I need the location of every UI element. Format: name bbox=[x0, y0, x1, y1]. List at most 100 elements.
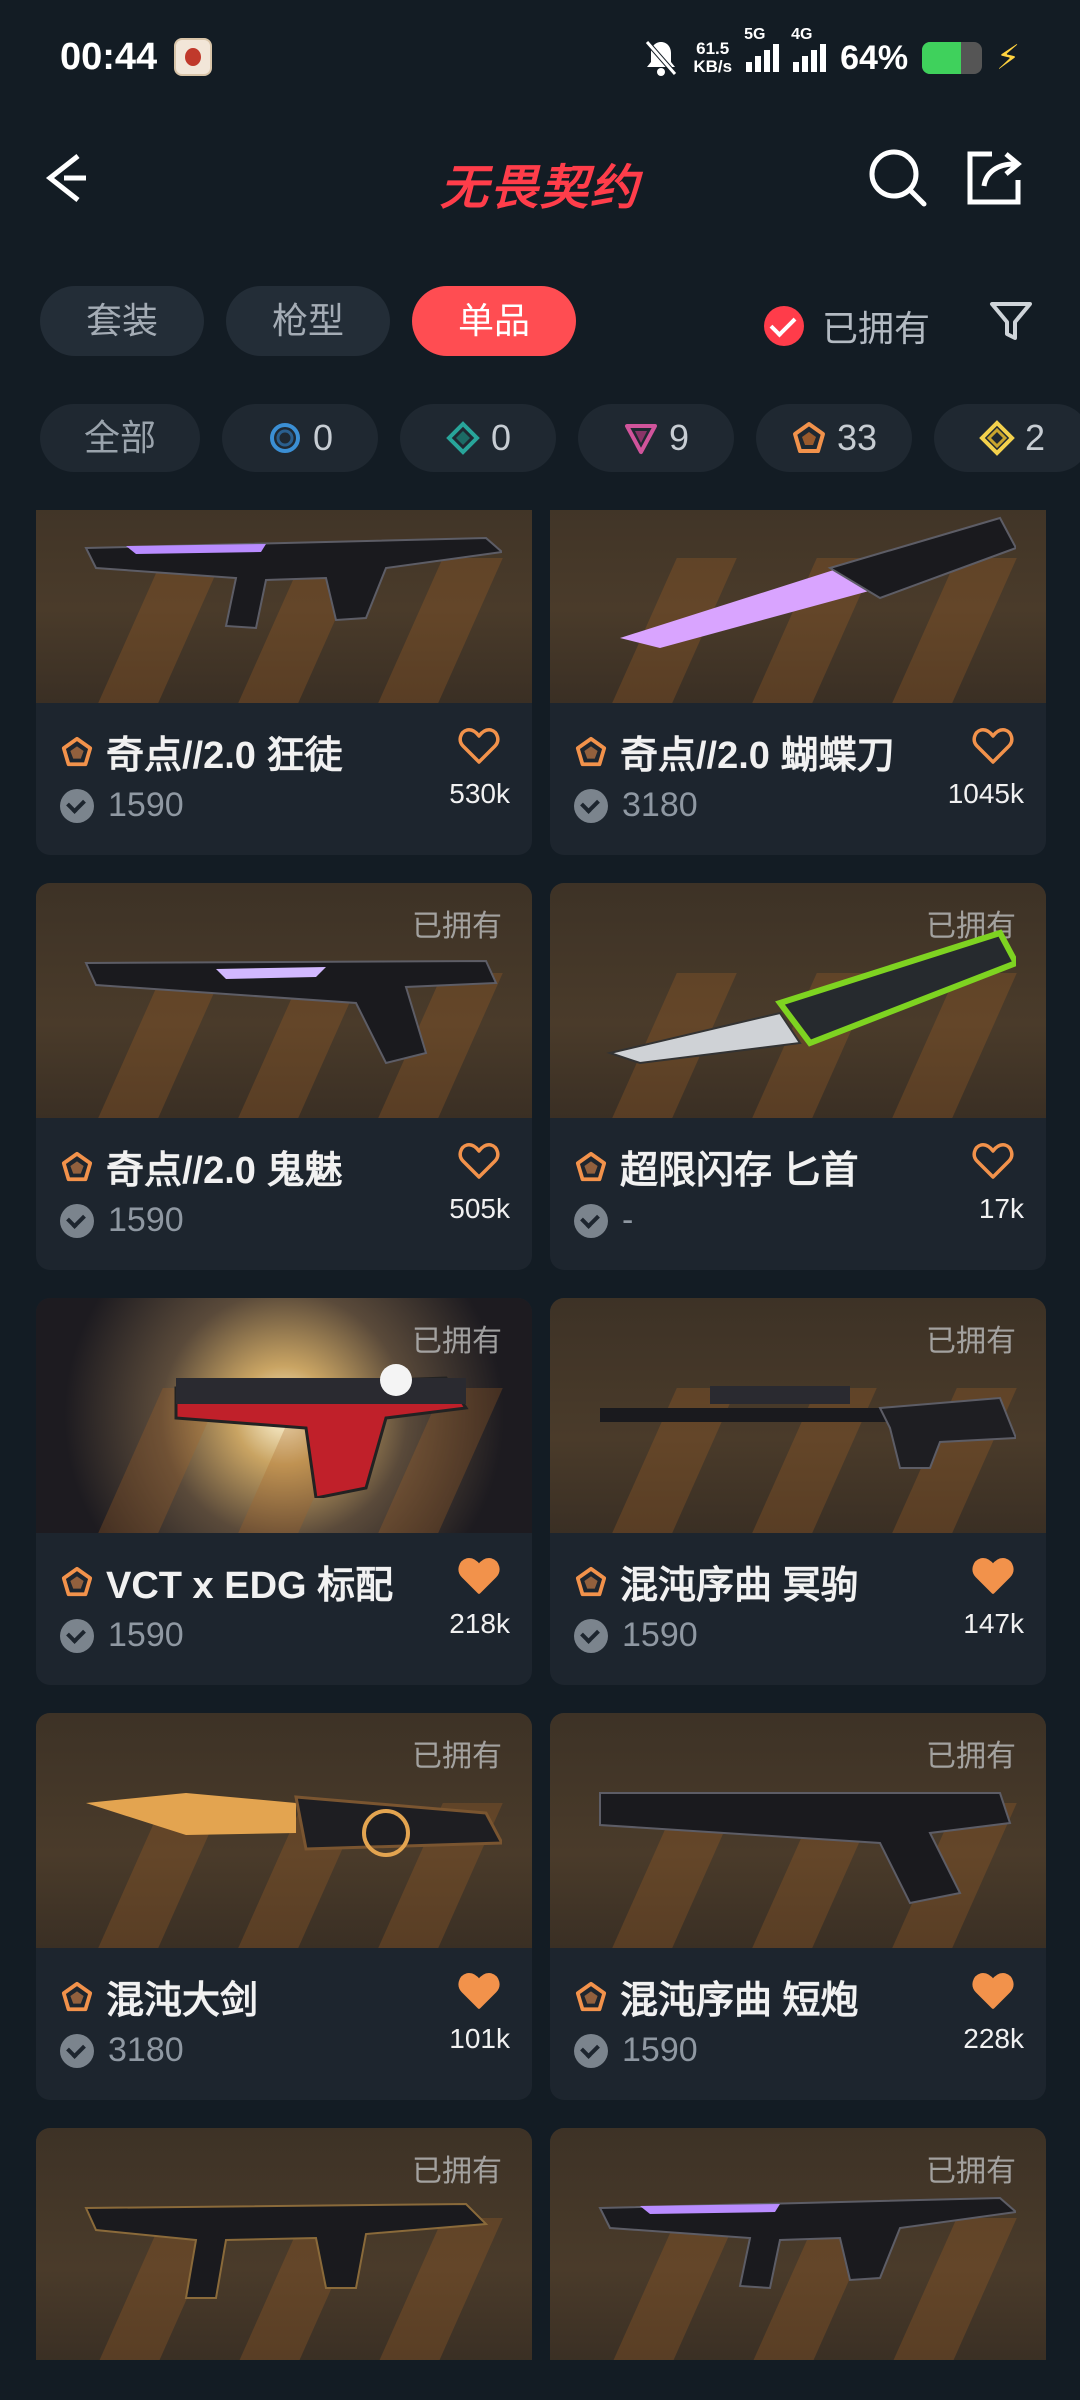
exclusive-tier-icon bbox=[61, 1566, 93, 1596]
valorant-points-icon bbox=[574, 1618, 608, 1653]
item-name-row: 奇点//2.0 鬼魅 bbox=[60, 1139, 343, 1194]
item-image: 已拥有 bbox=[36, 2128, 532, 2360]
rarity-filter-exclusive[interactable]: 33 bbox=[756, 404, 912, 472]
favorite-heart-icon[interactable] bbox=[458, 1141, 500, 1181]
item-grid: 奇点//2.0 狂徒 1590 530k 奇点//2.0 蝴蝶刀 3180 10… bbox=[0, 510, 1080, 2360]
item-card[interactable]: 奇点//2.0 狂徒 1590 530k bbox=[36, 510, 532, 855]
like-count: 505k bbox=[449, 1193, 510, 1224]
greatsword-icon bbox=[86, 1793, 502, 1857]
knife-icon bbox=[620, 516, 1016, 648]
item-card[interactable]: 已拥有 奇点//2.0 鬼魅 1590 505k bbox=[36, 883, 532, 1270]
favorite-heart-icon[interactable] bbox=[972, 1556, 1014, 1596]
valorant-points-icon bbox=[60, 788, 94, 823]
item-image: 已拥有 bbox=[36, 1298, 532, 1533]
exclusive-tier-icon bbox=[575, 736, 607, 766]
exclusive-tier-icon bbox=[575, 1151, 607, 1181]
item-card[interactable]: 奇点//2.0 蝴蝶刀 3180 1045k bbox=[550, 510, 1046, 855]
sniper-icon bbox=[600, 1386, 1016, 1469]
price-value: - bbox=[622, 1201, 634, 1239]
rarity-count: 2 bbox=[1024, 417, 1046, 458]
rarity-filter-select[interactable]: 0 bbox=[222, 404, 378, 472]
premium-tier-icon bbox=[624, 424, 657, 454]
rarity-count: 9 bbox=[668, 417, 690, 458]
category-tabs: 套装 枪型 单品 bbox=[40, 286, 577, 356]
rarity-filter-ultra[interactable]: 2 bbox=[934, 404, 1080, 472]
valorant-points-icon bbox=[574, 788, 608, 823]
smg-icon bbox=[84, 2202, 489, 2299]
item-name: 混沌序曲 短炮 bbox=[620, 1980, 859, 2022]
price-value: 3180 bbox=[108, 2031, 184, 2069]
price-value: 1590 bbox=[622, 2031, 698, 2069]
filter-icon[interactable] bbox=[986, 296, 1036, 346]
rarity-filter-deluxe[interactable]: 0 bbox=[400, 404, 556, 472]
item-card[interactable]: 已拥有 超限闪存 匕首 - 17k bbox=[550, 883, 1046, 1270]
rarity-filter-all[interactable]: 全部 bbox=[40, 404, 200, 472]
edg-pistol-icon bbox=[174, 1364, 469, 1498]
valorant-points-icon bbox=[574, 2033, 608, 2068]
status-time: 00:44 bbox=[60, 36, 158, 78]
deluxe-tier-icon bbox=[446, 421, 480, 455]
price-value: 1590 bbox=[108, 1616, 184, 1654]
item-name: 奇点//2.0 鬼魅 bbox=[106, 1150, 343, 1192]
like-count: 1045k bbox=[947, 778, 1024, 809]
favorite-heart-icon[interactable] bbox=[458, 1556, 500, 1596]
app-notification-icon bbox=[174, 38, 212, 76]
battery-icon bbox=[922, 42, 983, 74]
tab-single-items[interactable]: 单品 bbox=[412, 286, 577, 356]
exclusive-tier-icon bbox=[61, 736, 93, 766]
item-image: 已拥有 bbox=[36, 1713, 532, 1948]
owned-filter-toggle[interactable]: 已拥有 bbox=[763, 300, 930, 352]
favorite-heart-icon[interactable] bbox=[972, 1971, 1014, 2011]
item-name: 超限闪存 匕首 bbox=[620, 1150, 859, 1192]
item-image: 已拥有 bbox=[36, 883, 532, 1118]
item-name: VCT x EDG 标配 bbox=[106, 1565, 394, 1607]
tab-weapon-types[interactable]: 枪型 bbox=[226, 286, 391, 356]
like-count: 218k bbox=[449, 1608, 510, 1639]
share-icon[interactable] bbox=[962, 146, 1026, 210]
exclusive-tier-icon bbox=[61, 1151, 93, 1181]
favorite-heart-icon[interactable] bbox=[458, 726, 500, 766]
like-count: 530k bbox=[449, 778, 510, 809]
rarity-filter-premium[interactable]: 9 bbox=[578, 404, 734, 472]
item-name-row: 混沌序曲 冥驹 bbox=[574, 1554, 859, 1609]
rarity-count: 33 bbox=[836, 417, 878, 458]
like-count: 101k bbox=[449, 2023, 510, 2054]
dagger-icon bbox=[606, 929, 1016, 1065]
item-name-row: 奇点//2.0 蝴蝶刀 bbox=[574, 724, 895, 779]
item-card[interactable]: 已拥有 混沌序曲 短炮 1590 228k bbox=[550, 1713, 1046, 2100]
shotgun-icon bbox=[599, 1792, 1012, 1905]
like-count: 228k bbox=[963, 2023, 1024, 2054]
battery-percent: 64% bbox=[840, 38, 909, 77]
item-price: 1590 bbox=[574, 2031, 698, 2070]
item-price: 1590 bbox=[574, 1616, 698, 1655]
rarity-filter-row: 全部 0 0 9 33 2 bbox=[40, 404, 1080, 472]
item-price: 1590 bbox=[60, 1616, 184, 1655]
app-header: 无畏契约 bbox=[0, 128, 1080, 228]
item-name-row: 奇点//2.0 狂徒 bbox=[60, 724, 343, 779]
search-icon[interactable] bbox=[866, 146, 930, 210]
favorite-heart-icon[interactable] bbox=[458, 1971, 500, 2011]
item-card[interactable]: 已拥有 混沌序曲 冥驹 1590 147k bbox=[550, 1298, 1046, 1685]
favorite-heart-icon[interactable] bbox=[972, 1141, 1014, 1181]
rifle-icon bbox=[598, 2196, 1016, 2290]
item-name-row: 超限闪存 匕首 bbox=[574, 1139, 859, 1194]
rarity-filter-all-label: 全部 bbox=[83, 417, 156, 458]
tab-bundles[interactable]: 套装 bbox=[40, 286, 205, 356]
exclusive-tier-icon bbox=[575, 1566, 607, 1596]
valorant-points-icon bbox=[60, 1203, 94, 1238]
signal-5g-icon: 5G bbox=[744, 26, 780, 72]
item-name-row: 混沌序曲 短炮 bbox=[574, 1969, 859, 2024]
item-card[interactable]: 已拥有 bbox=[550, 2128, 1046, 2360]
select-tier-icon bbox=[269, 423, 300, 453]
like-count: 147k bbox=[963, 1608, 1024, 1639]
ultra-tier-icon bbox=[979, 420, 1015, 456]
item-name: 混沌大剑 bbox=[106, 1980, 259, 2022]
item-card[interactable]: 已拥有 bbox=[36, 2128, 532, 2360]
favorite-heart-icon[interactable] bbox=[972, 726, 1014, 766]
checkbox-checked-icon[interactable] bbox=[763, 306, 804, 346]
item-card[interactable]: 已拥有 VCT x EDG 标配 1590 218k bbox=[36, 1298, 532, 1685]
item-price: 1590 bbox=[60, 786, 184, 825]
item-card[interactable]: 已拥有 混沌大剑 3180 101k bbox=[36, 1713, 532, 2100]
item-name-row: VCT x EDG 标配 bbox=[60, 1554, 393, 1609]
item-image bbox=[550, 510, 1046, 703]
